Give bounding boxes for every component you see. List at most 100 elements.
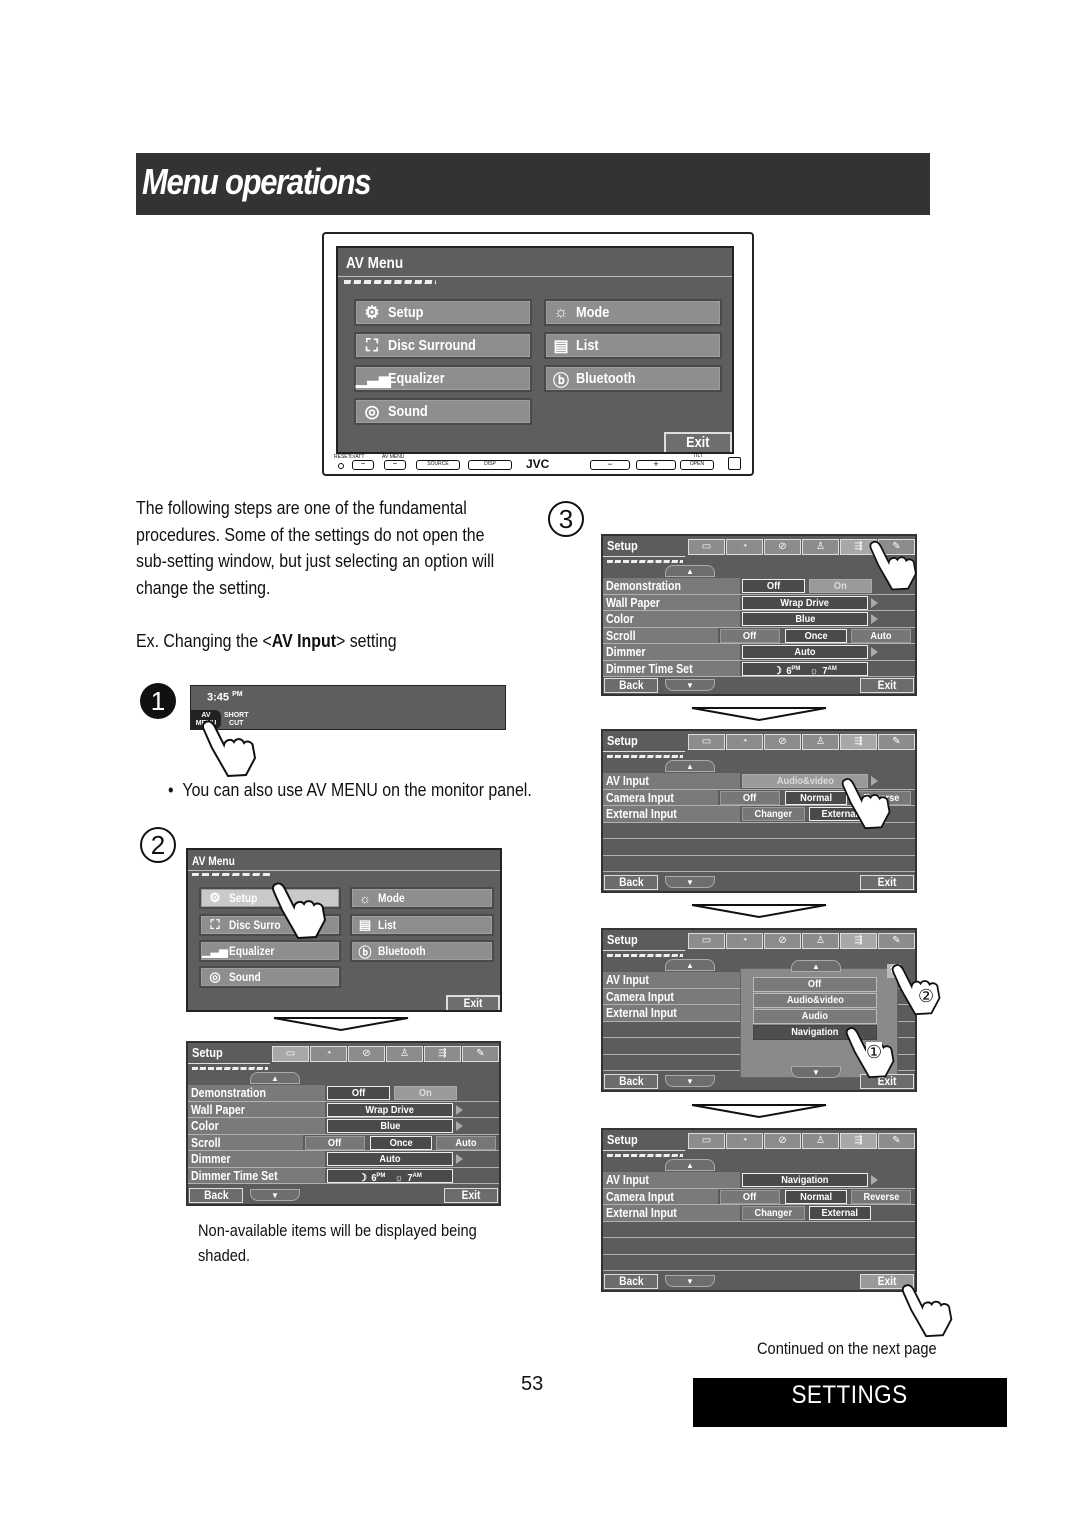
menu-list-button[interactable]: ▤ List — [350, 914, 494, 936]
scroll-up-button[interactable]: ▲ — [665, 959, 715, 971]
volume-down-button[interactable]: − — [590, 460, 630, 470]
exit-button[interactable]: Exit — [860, 678, 914, 693]
popup-option[interactable]: Off — [753, 977, 877, 992]
menu-list-button[interactable]: ▤ List — [544, 332, 722, 359]
scroll-down-button[interactable]: ▼ — [665, 876, 715, 888]
scroll-down-button[interactable]: ▼ — [665, 679, 715, 691]
display-tab-icon[interactable]: ▭ — [688, 734, 725, 750]
external-changer-option[interactable]: Changer — [742, 1206, 805, 1220]
display-tab-icon[interactable]: ▭ — [688, 539, 725, 555]
scroll-auto-option[interactable]: Auto — [436, 1135, 496, 1150]
dimmer-value[interactable]: Auto — [327, 1152, 453, 1166]
disc-tab-icon[interactable]: ⊘ — [764, 734, 801, 750]
back-button[interactable]: Back — [604, 1074, 658, 1089]
popup-scroll-down[interactable]: ▼ — [791, 1066, 841, 1078]
input-tab-icon[interactable]: ⇶ — [840, 539, 877, 555]
wrench-tab-icon[interactable]: ✎ — [878, 1133, 915, 1149]
menu-equalizer-button[interactable]: ▁▃▅ Equalizer — [199, 940, 341, 962]
menu-equalizer-button[interactable]: ▁▃▅ Equalizer — [354, 365, 532, 392]
wallpaper-value[interactable]: Wrap Drive — [327, 1102, 453, 1117]
scroll-up-button[interactable]: ▲ — [665, 1159, 715, 1171]
scroll-up-button[interactable]: ▲ — [665, 760, 715, 772]
av-menu-shortcut-button[interactable]: AV MENU — [191, 710, 221, 729]
disp-button[interactable]: DISP — [468, 460, 512, 470]
tuner-tab-icon[interactable]: ♙ — [802, 539, 839, 555]
disc-tab-icon[interactable]: ⊘ — [348, 1046, 385, 1062]
tuner-tab-icon[interactable]: ♙ — [386, 1046, 423, 1062]
demo-on-option[interactable]: On — [394, 1086, 457, 1100]
wrench-tab-icon[interactable]: ✎ — [878, 933, 915, 949]
exit-button[interactable]: Exit — [860, 1274, 914, 1289]
exit-button[interactable]: Exit — [860, 1074, 914, 1089]
menu-sound-button[interactable]: ◎ Sound — [199, 966, 341, 988]
external-external-option[interactable]: External — [809, 1206, 871, 1220]
input-tab-icon[interactable]: ⇶ — [840, 734, 877, 750]
short-cut-button[interactable]: SHORT CUT — [224, 712, 249, 728]
disc-tab-icon[interactable]: ⊘ — [764, 539, 801, 555]
back-button[interactable]: Back — [604, 875, 658, 890]
avmenu-button[interactable]: − — [384, 460, 406, 470]
submenu-arrow-icon[interactable] — [871, 614, 878, 624]
dimmer-time-value[interactable]: ☽ 6PM ☼ 7AM — [742, 661, 868, 677]
demo-on-option[interactable]: On — [809, 579, 872, 593]
menu-mode-button[interactable]: ☼ Mode — [544, 299, 722, 326]
popup-option[interactable]: Navigation — [753, 1025, 877, 1040]
dimmer-time-value[interactable]: ☽ 6PM ☼ 7AM — [327, 1168, 453, 1184]
scroll-off-option[interactable]: Off — [305, 1135, 365, 1150]
eject-square-button[interactable] — [728, 457, 741, 470]
external-changer-option[interactable]: Changer — [742, 807, 805, 821]
color-value[interactable]: Blue — [327, 1119, 453, 1133]
submenu-arrow-icon[interactable] — [871, 1175, 878, 1185]
menu-disc-surround-button[interactable]: ⛶ Disc Surro — [199, 914, 341, 936]
submenu-arrow-icon[interactable] — [456, 1154, 463, 1164]
menu-setup-button[interactable]: ⚙ Setup — [199, 887, 341, 909]
scroll-down-button[interactable]: ▼ — [665, 1075, 715, 1087]
camera-normal-option[interactable]: Normal — [785, 1189, 847, 1204]
demo-off-option[interactable]: Off — [742, 579, 805, 593]
clock-tab-icon[interactable]: ◔ — [726, 1133, 763, 1149]
volume-up-button[interactable]: + — [636, 460, 676, 470]
clock-tab-icon[interactable]: ◔ — [726, 933, 763, 949]
submenu-arrow-icon[interactable] — [456, 1104, 463, 1115]
tuner-tab-icon[interactable]: ♙ — [802, 734, 839, 750]
scroll-once-option[interactable]: Once — [370, 1135, 432, 1150]
scroll-down-button[interactable]: ▼ — [250, 1189, 300, 1201]
scroll-once-option[interactable]: Once — [785, 628, 847, 643]
menu-disc-surround-button[interactable]: ⛶ Disc Surround — [354, 332, 532, 359]
av-input-value[interactable]: Audio&video — [742, 774, 868, 788]
scroll-up-button[interactable]: ▲ — [250, 1072, 300, 1084]
open-button[interactable]: OPEN — [680, 460, 714, 470]
tuner-tab-icon[interactable]: ♙ — [802, 1133, 839, 1149]
menu-setup-button[interactable]: ⚙ Setup — [354, 299, 532, 326]
scroll-auto-option[interactable]: Auto — [851, 628, 911, 643]
demo-off-option[interactable]: Off — [327, 1086, 390, 1100]
camera-off-option[interactable]: Off — [720, 1189, 780, 1204]
submenu-arrow-icon[interactable] — [871, 597, 878, 608]
camera-reverse-option[interactable]: Reverse — [851, 790, 911, 805]
camera-reverse-option[interactable]: Reverse — [851, 1189, 911, 1204]
reset-button[interactable] — [338, 463, 344, 469]
tuner-tab-icon[interactable]: ♙ — [802, 933, 839, 949]
popup-option[interactable]: Audio&video — [753, 993, 877, 1008]
source-button[interactable]: SOURCE — [416, 460, 460, 470]
display-tab-icon[interactable]: ▭ — [688, 933, 725, 949]
submenu-arrow-icon[interactable] — [871, 647, 878, 657]
input-tab-icon[interactable]: ⇶ — [840, 1133, 877, 1149]
back-button[interactable]: Back — [189, 1188, 243, 1203]
clock-tab-icon[interactable]: ◔ — [726, 539, 763, 555]
display-tab-icon[interactable]: ▭ — [272, 1046, 309, 1062]
camera-normal-option[interactable]: Normal — [785, 790, 847, 805]
wallpaper-value[interactable]: Wrap Drive — [742, 595, 868, 610]
menu-bluetooth-button[interactable]: ⓑ Bluetooth — [544, 365, 722, 392]
input-tab-icon[interactable]: ⇶ — [840, 933, 877, 949]
back-button[interactable]: Back — [604, 1274, 658, 1289]
av-input-value[interactable]: Navigation — [742, 1173, 868, 1187]
scroll-off-option[interactable]: Off — [720, 628, 780, 643]
disc-tab-icon[interactable]: ⊘ — [764, 933, 801, 949]
clock-tab-icon[interactable]: ◔ — [726, 734, 763, 750]
dimmer-value[interactable]: Auto — [742, 645, 868, 659]
input-tab-icon[interactable]: ⇶ — [424, 1046, 461, 1062]
menu-bluetooth-button[interactable]: ⓑ Bluetooth — [350, 940, 494, 962]
wrench-tab-icon[interactable]: ✎ — [462, 1046, 499, 1062]
disc-tab-icon[interactable]: ⊘ — [764, 1133, 801, 1149]
